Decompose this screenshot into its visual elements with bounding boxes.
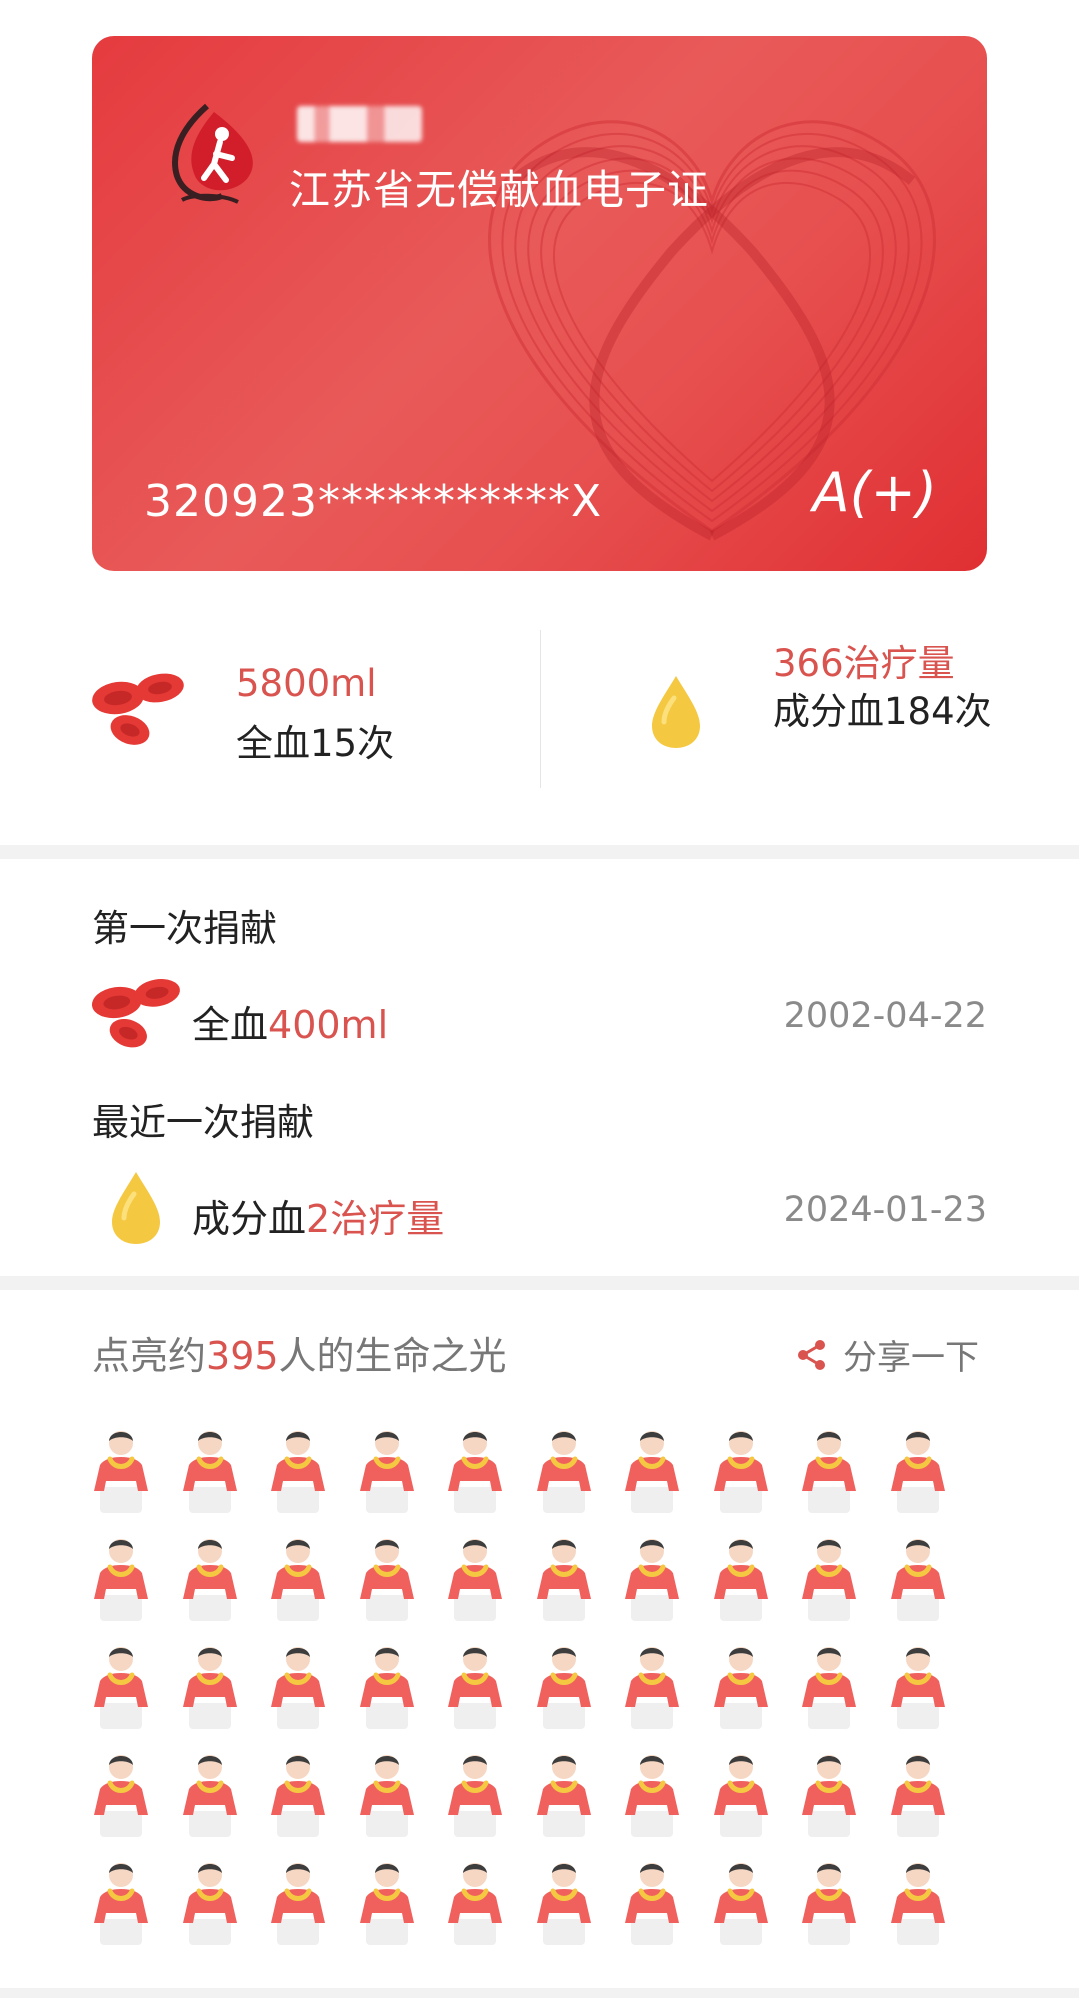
first-donation-heading: 第一次捐献 — [92, 907, 277, 950]
first-donation-amount: 400ml — [268, 1003, 389, 1047]
latest-donation-amount: 2治疗量 — [306, 1197, 445, 1241]
person-icon — [796, 1749, 862, 1839]
lives-suffix: 人的生命之光 — [278, 1334, 507, 1378]
person-icon — [796, 1533, 862, 1623]
person-icon — [442, 1533, 508, 1623]
person-icon — [708, 1857, 774, 1947]
masked-holder-name — [297, 106, 422, 142]
person-icon — [265, 1749, 331, 1839]
lives-prefix: 点亮约 — [92, 1334, 207, 1378]
component-count: 成分血184次 — [773, 690, 992, 733]
person-icon — [265, 1533, 331, 1623]
person-icon — [885, 1533, 951, 1623]
person-icon — [88, 1749, 154, 1839]
person-icon — [885, 1857, 951, 1947]
person-icon — [531, 1425, 597, 1515]
person-icon — [265, 1425, 331, 1515]
person-icon — [88, 1533, 154, 1623]
latest-donation-date: 2024-01-23 — [783, 1190, 987, 1230]
yellow-drop-icon — [652, 676, 700, 748]
person-icon — [442, 1749, 508, 1839]
person-icon — [708, 1425, 774, 1515]
blood-donation-logo — [172, 103, 253, 204]
person-icon — [442, 1641, 508, 1731]
latest-donation-heading: 最近一次捐献 — [92, 1101, 314, 1144]
donation-card: 江苏省无偿献血电子证 320923***********X A(+) — [92, 36, 987, 571]
latest-donation-type: 成分血 — [192, 1197, 307, 1241]
person-icon — [265, 1641, 331, 1731]
person-icon — [708, 1641, 774, 1731]
lives-lit-title: 点亮约395人的生命之光 — [92, 1325, 507, 1380]
lives-count: 395 — [206, 1334, 279, 1378]
share-button[interactable]: 分享一下 — [795, 1330, 979, 1379]
person-icon — [88, 1857, 154, 1947]
donation-stats: 5800ml 全血15次 366治疗量 成分血184次 — [0, 600, 1079, 800]
share-icon — [798, 1339, 825, 1370]
blood-type: A(+) — [812, 461, 937, 524]
section-divider — [0, 845, 1079, 859]
person-icon — [531, 1857, 597, 1947]
person-icon — [177, 1425, 243, 1515]
person-icon — [619, 1749, 685, 1839]
whole-blood-count: 全血15次 — [236, 722, 395, 765]
person-icon — [885, 1749, 951, 1839]
card-title: 江苏省无偿献血电子证 — [289, 166, 709, 214]
person-icon — [354, 1641, 420, 1731]
person-icon — [619, 1641, 685, 1731]
yellow-drop-icon — [112, 1172, 160, 1244]
person-icon — [531, 1641, 597, 1731]
section-divider — [0, 1276, 1079, 1290]
red-blood-cells-icon — [92, 673, 184, 745]
person-icon — [177, 1749, 243, 1839]
people-grid — [88, 1425, 988, 1955]
first-donation-date: 2002-04-22 — [783, 996, 987, 1036]
component-units: 366治疗量 — [773, 642, 955, 685]
stats-divider — [540, 630, 541, 788]
person-icon — [442, 1857, 508, 1947]
person-icon — [88, 1425, 154, 1515]
red-blood-cells-icon — [91, 979, 180, 1048]
person-icon — [177, 1857, 243, 1947]
first-donation-record: 全血400ml — [192, 994, 388, 1049]
person-icon — [796, 1857, 862, 1947]
person-icon — [354, 1425, 420, 1515]
person-icon — [354, 1857, 420, 1947]
person-icon — [177, 1533, 243, 1623]
person-icon — [619, 1533, 685, 1623]
share-label: 分享一下 — [843, 1338, 979, 1378]
latest-donation-record: 成分血2治疗量 — [192, 1188, 444, 1243]
person-icon — [619, 1425, 685, 1515]
person-icon — [796, 1425, 862, 1515]
person-icon — [88, 1641, 154, 1731]
person-icon — [708, 1533, 774, 1623]
person-icon — [796, 1641, 862, 1731]
person-icon — [354, 1533, 420, 1623]
whole-blood-volume: 5800ml — [236, 662, 377, 705]
person-icon — [885, 1425, 951, 1515]
person-icon — [177, 1641, 243, 1731]
section-divider — [0, 1988, 1079, 1998]
person-icon — [442, 1425, 508, 1515]
person-icon — [885, 1641, 951, 1731]
person-icon — [619, 1857, 685, 1947]
person-icon — [354, 1749, 420, 1839]
person-icon — [265, 1857, 331, 1947]
person-icon — [531, 1533, 597, 1623]
id-number: 320923***********X — [144, 476, 603, 527]
person-icon — [708, 1749, 774, 1839]
person-icon — [531, 1749, 597, 1839]
first-donation-type: 全血 — [192, 1003, 269, 1047]
